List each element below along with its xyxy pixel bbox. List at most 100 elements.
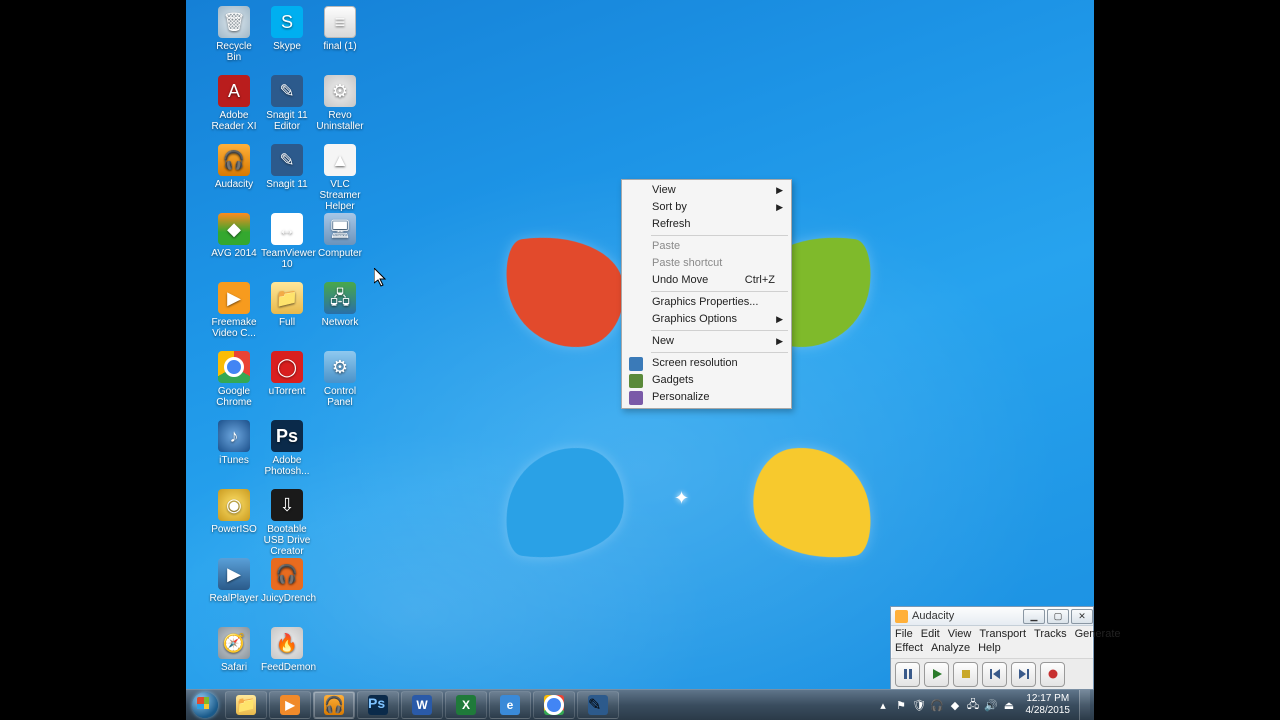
maximize-button[interactable]: ▢	[1047, 609, 1069, 624]
aud-menu-generate[interactable]: Generate	[1075, 628, 1121, 640]
tray-icon-1[interactable]: ⚑	[894, 698, 909, 713]
ctx-undo-move[interactable]: Undo MoveCtrl+Z	[624, 272, 789, 289]
desktop-icon-audacity[interactable]: 🎧Audacity	[208, 144, 260, 190]
aud-menu-file[interactable]: File	[895, 628, 913, 640]
ctx-graphics-properties[interactable]: Graphics Properties...	[624, 294, 789, 311]
desktop-icon-poweriso[interactable]: ◉PowerISO	[208, 489, 260, 535]
audacity-icon	[895, 610, 908, 623]
audacity-transport[interactable]	[891, 658, 1093, 689]
close-button[interactable]: ✕	[1071, 609, 1093, 624]
ctx-sort-by[interactable]: Sort by▶	[624, 199, 789, 216]
ctx-new[interactable]: New▶	[624, 333, 789, 350]
ctx-view[interactable]: View▶	[624, 182, 789, 199]
desktop-icon-bootable-usb[interactable]: ⇩Bootable USB Drive Creator	[261, 489, 313, 557]
show-desktop-button[interactable]	[1079, 690, 1090, 720]
icon-label: JuicyDrench	[261, 593, 313, 604]
audacity-menubar[interactable]: FileEditViewTransportTracksGenerate Effe…	[891, 626, 1093, 658]
desktop-icon-freemake[interactable]: ▶Freemake Video C...	[208, 282, 260, 339]
ctx-gadgets[interactable]: Gadgets	[624, 372, 789, 389]
desktop-icon-full-folder[interactable]: 📁Full	[261, 282, 313, 328]
desktop-icon-teamviewer[interactable]: ↔TeamViewer 10	[261, 213, 313, 270]
icon-label: Full	[261, 317, 313, 328]
desktop-icon-control-panel[interactable]: ⚙Control Panel	[314, 351, 366, 408]
icon-label: Control Panel	[314, 386, 366, 408]
aud-menu-help[interactable]: Help	[978, 642, 1001, 654]
audacity-window[interactable]: Audacity ▁ ▢ ✕ File Edit View Transport Trac…	[890, 606, 1094, 690]
desktop-icon-juicydrench[interactable]: 🎧 JuicyDrench	[261, 558, 313, 604]
taskbar-audacity[interactable]: 🎧	[313, 691, 355, 719]
tray-icon-2[interactable]: 🛡	[912, 698, 927, 713]
submenu-arrow-icon: ▶	[776, 199, 783, 216]
system-tray[interactable]: ▴⚑🛡🎧◆🖧🔊⏏ 12:17 PM 4/28/2015	[872, 690, 1095, 720]
tray-icon-3[interactable]: 🎧	[930, 698, 945, 713]
desktop-icon-chrome[interactable]: Google Chrome	[208, 351, 260, 408]
desktop-icon-itunes[interactable]: ♪iTunes	[208, 420, 260, 466]
snagit-icon: ✎	[588, 695, 608, 715]
snagit-11-icon: ✎	[271, 144, 303, 176]
transport-stop-button[interactable]	[953, 662, 978, 687]
desktop-icon-vlc-streamer[interactable]: ▲VLC Streamer Helper	[314, 144, 366, 212]
aud-menu-edit[interactable]: Edit	[921, 628, 940, 640]
desktop-icon-adobe-reader[interactable]: AAdobe Reader XI	[208, 75, 260, 132]
tray-icon-0[interactable]: ▴	[876, 698, 891, 713]
vlc-streamer-icon: ▲	[324, 144, 356, 176]
transport-skip-start-button[interactable]	[982, 662, 1007, 687]
desktop-icon-feeddemon[interactable]: 🔥FeedDemon	[261, 627, 313, 673]
desktop[interactable]: ✦ 🗑Recycle BinSSkype≡final (1) AAdobe Rea…	[186, 0, 1094, 720]
ctx-graphics-options[interactable]: Graphics Options▶	[624, 311, 789, 328]
audacity-titlebar[interactable]: Audacity ▁ ▢ ✕	[891, 607, 1093, 626]
taskbar-ie[interactable]: e	[489, 691, 531, 719]
taskbar-explorer[interactable]: 📁	[225, 691, 267, 719]
taskbar-clock[interactable]: 12:17 PM 4/28/2015	[1020, 693, 1077, 717]
tray-icon-6[interactable]: 🔊	[984, 698, 999, 713]
desktop-icon-skype[interactable]: SSkype	[261, 6, 313, 52]
taskbar-snagit[interactable]: ✎	[577, 691, 619, 719]
desktop-icon-computer[interactable]: 🖥Computer	[314, 213, 366, 259]
taskbar-word[interactable]: W	[401, 691, 443, 719]
transport-pause-button[interactable]	[895, 662, 920, 687]
desktop-icon-utorrent[interactable]: ◯uTorrent	[261, 351, 313, 397]
sparkle-icon: ✦	[674, 488, 689, 509]
ctx-item-icon	[629, 357, 643, 371]
aud-menu-tracks[interactable]: Tracks	[1034, 628, 1067, 640]
icon-label: Google Chrome	[208, 386, 260, 408]
taskbar[interactable]: 📁▶🎧PsWXe✎ ▴⚑🛡🎧◆🖧🔊⏏ 12:17 PM 4/28/2015	[186, 689, 1094, 720]
transport-play-button[interactable]	[924, 662, 949, 687]
taskbar-wmp[interactable]: ▶	[269, 691, 311, 719]
desktop-icon-realplayer[interactable]: ▶RealPlayer	[208, 558, 260, 604]
taskbar-photoshop[interactable]: Ps	[357, 691, 399, 719]
desktop-context-menu[interactable]: View▶Sort by▶RefreshPastePaste shortcutU…	[621, 179, 792, 409]
aud-menu-transport[interactable]: Transport	[979, 628, 1026, 640]
ctx-refresh[interactable]: Refresh	[624, 216, 789, 233]
aud-menu-analyze[interactable]: Analyze	[931, 642, 970, 654]
desktop-icon-revo-uninstaller[interactable]: ⚙Revo Uninstaller	[314, 75, 366, 132]
icon-label: FeedDemon	[261, 662, 313, 673]
tray-icon-5[interactable]: 🖧	[966, 698, 981, 713]
aud-menu-effect[interactable]: Effect	[895, 642, 923, 654]
icon-label: RealPlayer	[208, 593, 260, 604]
ctx-label: Graphics Options	[652, 313, 737, 325]
desktop-icon-snagit-11[interactable]: ✎Snagit 11	[261, 144, 313, 190]
aud-menu-view[interactable]: View	[948, 628, 972, 640]
start-button[interactable]	[186, 690, 224, 720]
audacity-title: Audacity	[912, 610, 954, 622]
icon-label: Bootable USB Drive Creator	[261, 524, 313, 557]
desktop-icon-network[interactable]: 🖧Network	[314, 282, 366, 328]
juicydrench-icon: 🎧	[271, 558, 303, 590]
desktop-icon-recycle-bin[interactable]: 🗑Recycle Bin	[208, 6, 260, 63]
desktop-icon-avg-2014[interactable]: ◆AVG 2014	[208, 213, 260, 259]
desktop-icon-safari[interactable]: 🧭Safari	[208, 627, 260, 673]
taskbar-excel[interactable]: X	[445, 691, 487, 719]
desktop-icon-final-1[interactable]: ≡final (1)	[314, 6, 366, 52]
tray-icon-7[interactable]: ⏏	[1002, 698, 1017, 713]
start-orb-icon	[192, 692, 218, 718]
transport-skip-end-button[interactable]	[1011, 662, 1036, 687]
desktop-icon-photoshop[interactable]: PsAdobe Photosh...	[261, 420, 313, 477]
ctx-personalize[interactable]: Personalize	[624, 389, 789, 406]
transport-record-button[interactable]	[1040, 662, 1065, 687]
tray-icon-4[interactable]: ◆	[948, 698, 963, 713]
taskbar-chrome[interactable]	[533, 691, 575, 719]
desktop-icon-snagit-editor[interactable]: ✎Snagit 11 Editor	[261, 75, 313, 132]
ctx-screen-resolution[interactable]: Screen resolution	[624, 355, 789, 372]
minimize-button[interactable]: ▁	[1023, 609, 1045, 624]
